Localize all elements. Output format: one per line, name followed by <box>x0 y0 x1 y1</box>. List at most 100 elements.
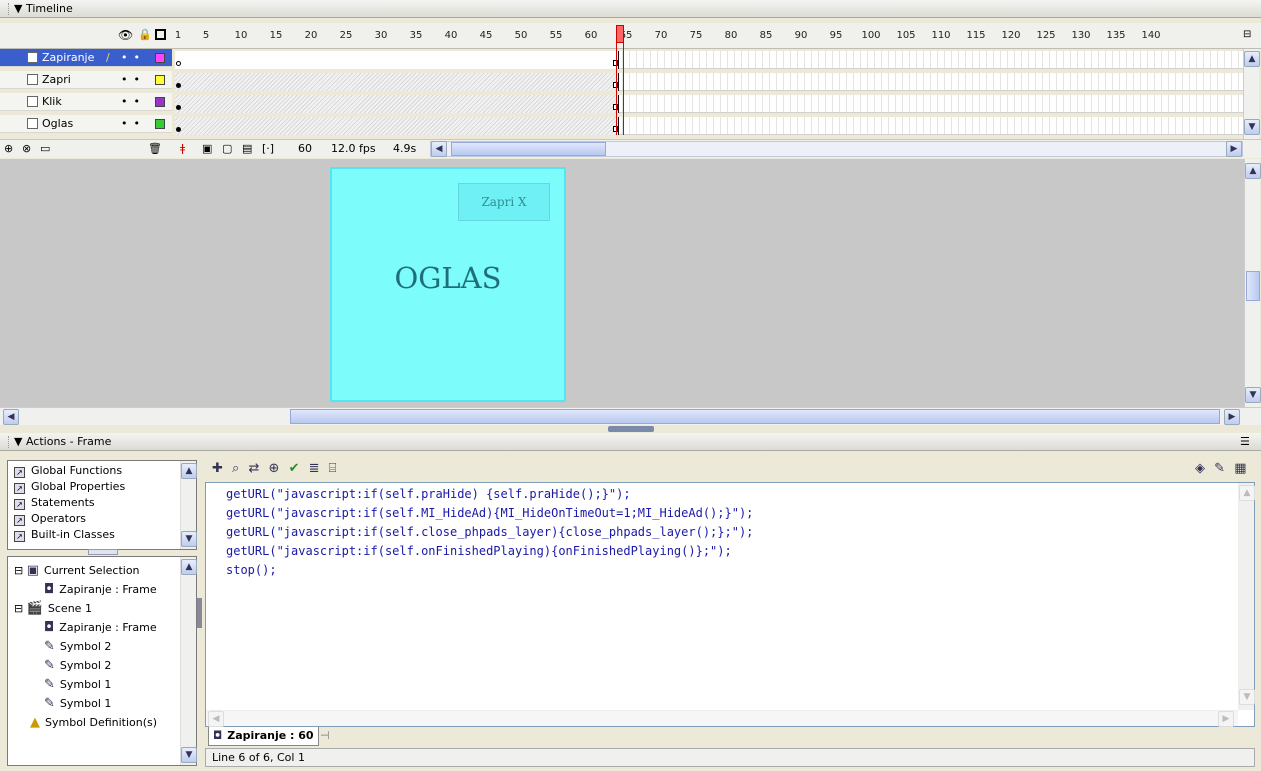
keyframe[interactable] <box>176 105 181 110</box>
scroll-down-icon[interactable]: ▼ <box>181 531 197 547</box>
scroll-thumb[interactable] <box>451 142 606 156</box>
panel-options-icon[interactable]: ☰ <box>1240 433 1250 451</box>
stage-hscroll[interactable]: ◀ ▶ <box>0 407 1261 425</box>
center-frame-icon[interactable]: ǂ <box>180 140 185 158</box>
pin-script-icon[interactable]: ⊣ <box>320 729 330 742</box>
code-line[interactable]: getURL("javascript:if(self.praHide) {sel… <box>226 487 631 501</box>
scroll-up-icon[interactable]: ▲ <box>1245 163 1261 179</box>
layer-frames[interactable] <box>175 73 1243 91</box>
script-navigator[interactable]: ⊟ ▣ Current Selection ◘ Zapiranje : Frame … <box>7 556 197 766</box>
onion-skin-icon[interactable]: ▣ <box>202 140 212 158</box>
insert-folder-icon[interactable]: ▭ <box>40 140 50 158</box>
stage-vscroll[interactable]: ▲ ▼ <box>1244 159 1261 407</box>
layer-frames[interactable] <box>175 117 1243 135</box>
actions-toolbox[interactable]: ↗ Global Functions ↗ Global Properties ↗ Stat… <box>7 460 197 550</box>
scroll-up-icon[interactable]: ▲ <box>181 463 197 479</box>
script-vscroll[interactable]: ▲ ▼ <box>1238 483 1255 710</box>
lock-icon[interactable]: 🔒 <box>138 28 152 41</box>
layer-name[interactable]: Oglas <box>42 115 73 133</box>
script-hscroll[interactable]: ◀ ▶ <box>206 710 1238 727</box>
layer-outline-color[interactable] <box>155 75 165 85</box>
keyframe[interactable] <box>176 83 181 88</box>
toolbox-category[interactable]: ↗ Global Properties <box>14 480 125 494</box>
tree-symbol[interactable]: Symbol 2 <box>60 640 111 653</box>
layer-name[interactable]: Klik <box>42 93 62 111</box>
layer-row[interactable]: Klik •• <box>0 93 172 111</box>
scroll-left-icon[interactable]: ◀ <box>208 711 224 727</box>
toolbox-category[interactable]: ↗ Statements <box>14 496 95 510</box>
stage-area[interactable]: Zapri X OGLAS <box>0 159 1244 407</box>
layer-frames[interactable] <box>175 95 1243 113</box>
frame-span[interactable] <box>175 51 619 69</box>
replace-icon[interactable]: ⇄ <box>248 461 259 476</box>
layer-visibility-lock[interactable]: •• <box>121 71 146 89</box>
toolbox-splitter[interactable] <box>88 549 118 555</box>
frame-span[interactable] <box>175 95 619 113</box>
tree-symbol[interactable]: Symbol 1 <box>60 678 111 691</box>
code-hint-icon[interactable]: ⌸ <box>329 461 337 476</box>
tree-symbol-definitions[interactable]: Symbol Definition(s) <box>45 716 157 729</box>
delete-layer-icon[interactable]: 🗑 <box>148 140 162 158</box>
layer-frames[interactable] <box>175 51 1243 69</box>
layer-outline-color[interactable] <box>155 53 165 63</box>
scroll-left-icon[interactable]: ◀ <box>3 409 19 425</box>
tree-current-frame[interactable]: Zapiranje : Frame <box>59 583 156 596</box>
scroll-down-icon[interactable]: ▼ <box>1245 387 1261 403</box>
reference-icon[interactable]: ✎ <box>1214 461 1225 476</box>
collapse-icon[interactable]: ⊟ <box>14 564 23 577</box>
code-line[interactable]: getURL("javascript:if(self.close_phpads_… <box>226 525 753 539</box>
panel-collapse-handle[interactable] <box>608 426 654 432</box>
timeline-vscroll[interactable]: ▲ ▼ <box>1243 49 1260 139</box>
debug-options-icon[interactable]: ◈ <box>1195 461 1205 476</box>
view-options-icon[interactable]: ▦ <box>1234 461 1246 476</box>
layer-visibility-lock[interactable]: •• <box>121 93 146 111</box>
script-tab[interactable]: ◘ Zapiranje : 60 <box>208 727 319 746</box>
scroll-down-icon[interactable]: ▼ <box>181 747 197 763</box>
collapse-icon[interactable]: ⊟ <box>14 602 23 615</box>
scroll-down-icon[interactable]: ▼ <box>1239 689 1255 705</box>
insert-guide-icon[interactable]: ⊗ <box>22 140 31 158</box>
eye-icon[interactable]: 👁 <box>118 28 133 42</box>
scroll-up-icon[interactable]: ▲ <box>1244 51 1260 67</box>
scroll-up-icon[interactable]: ▲ <box>181 559 197 575</box>
code-line[interactable]: stop(); <box>226 563 277 577</box>
ad-banner[interactable]: Zapri X OGLAS <box>330 167 566 402</box>
toolbox-category[interactable]: ↗ Operators <box>14 512 86 526</box>
layer-row[interactable]: Zapiranje / •• <box>0 49 172 67</box>
frame-rate[interactable]: 12.0 fps <box>331 140 376 158</box>
playhead[interactable] <box>616 25 624 135</box>
scroll-up-icon[interactable]: ▲ <box>1239 485 1255 501</box>
outline-icon[interactable] <box>155 29 166 40</box>
keyframe[interactable] <box>176 127 181 132</box>
toolbox-category[interactable]: ↗ Global Functions <box>14 464 122 478</box>
edit-multiple-icon[interactable]: ▤ <box>242 140 252 158</box>
layer-visibility-lock[interactable]: •• <box>121 115 146 133</box>
scroll-right-icon[interactable]: ▶ <box>1224 409 1240 425</box>
timeline-menu-icon[interactable]: ⊟ <box>1243 29 1251 40</box>
scroll-right-icon[interactable]: ▶ <box>1226 141 1242 157</box>
panel-splitter[interactable] <box>197 598 202 628</box>
script-editor[interactable]: getURL("javascript:if(self.praHide) {sel… <box>205 482 1255 727</box>
code-line[interactable]: getURL("javascript:if(self.onFinishedPla… <box>226 544 732 558</box>
scroll-thumb[interactable] <box>290 409 1220 424</box>
tree-scene[interactable]: Scene 1 <box>48 602 92 615</box>
check-syntax-icon[interactable]: ✔ <box>289 461 300 476</box>
actions-panel-title[interactable]: ▼ Actions - Frame ☰ <box>0 433 1261 451</box>
frame-span[interactable] <box>175 117 619 135</box>
frame-span[interactable] <box>175 73 619 91</box>
keyframe[interactable] <box>176 61 181 66</box>
scroll-left-icon[interactable]: ◀ <box>431 141 447 157</box>
auto-format-icon[interactable]: ≣ <box>309 461 320 476</box>
find-icon[interactable]: ⌕ <box>232 461 239 476</box>
layer-name[interactable]: Zapri <box>42 71 71 89</box>
onion-outline-icon[interactable]: ▢ <box>222 140 232 158</box>
layer-outline-color[interactable] <box>155 119 165 129</box>
tree-scene-frame[interactable]: Zapiranje : Frame <box>59 621 156 634</box>
timeline-panel-title[interactable]: ▼ Timeline <box>0 0 1261 18</box>
onion-markers-icon[interactable]: [·] <box>262 140 274 158</box>
layer-outline-color[interactable] <box>155 97 165 107</box>
toolbox-category[interactable]: ↗ Built-in Classes <box>14 528 115 542</box>
timeline-hscroll[interactable]: ◀ ▶ <box>430 141 1243 157</box>
scroll-right-icon[interactable]: ▶ <box>1218 711 1234 727</box>
add-statement-icon[interactable]: ✚ <box>212 461 223 476</box>
